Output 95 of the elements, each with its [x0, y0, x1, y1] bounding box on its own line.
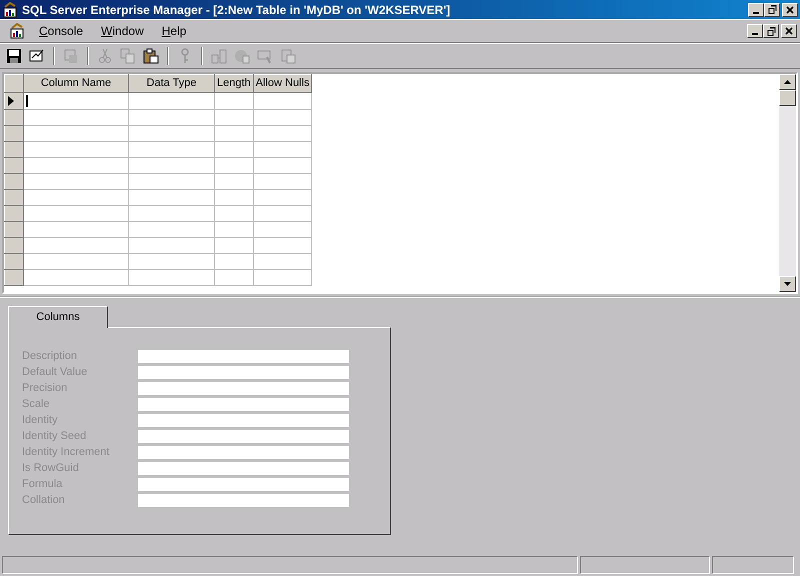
- window-icon: [257, 48, 273, 64]
- table-cell[interactable]: [253, 174, 312, 190]
- property-label: Identity: [22, 412, 58, 428]
- scissors-icon: [97, 48, 113, 64]
- scrollbar[interactable]: [779, 74, 796, 292]
- property-label: Scale: [22, 396, 51, 412]
- table-cell[interactable]: [214, 222, 254, 238]
- table-cell[interactable]: [253, 142, 312, 158]
- table-cell[interactable]: [128, 206, 214, 222]
- scroll-up-button[interactable]: [779, 74, 796, 90]
- close-icon: [785, 27, 793, 35]
- table-cell[interactable]: [24, 254, 128, 270]
- globe-icon: [234, 48, 250, 64]
- table-cell[interactable]: [253, 270, 312, 286]
- minimize-icon: [752, 33, 758, 35]
- down-arrow-icon: [784, 282, 791, 286]
- up-arrow-icon: [784, 80, 791, 84]
- property-label: Default Value: [22, 364, 88, 380]
- restore-button[interactable]: [763, 24, 779, 38]
- table-cell[interactable]: [24, 142, 128, 158]
- column-header[interactable]: Length: [214, 74, 254, 92]
- property-label: Collation: [22, 492, 66, 508]
- table-cell[interactable]: [214, 206, 254, 222]
- property-label: Identity Seed: [22, 428, 88, 444]
- table-cell[interactable]: [24, 238, 128, 254]
- clipboard-icon: [143, 48, 159, 64]
- table-cell[interactable]: [128, 92, 214, 110]
- window-title: SQL Server Enterprise Manager - [2:New Table in 'MyDB' on 'W2KSERVER']: [22, 2, 450, 18]
- table-cell[interactable]: [128, 110, 214, 126]
- table-cell[interactable]: [214, 238, 254, 254]
- scroll-thumb[interactable]: [779, 90, 796, 106]
- table-cell[interactable]: [214, 270, 254, 286]
- table-cell[interactable]: [128, 142, 214, 158]
- scroll-down-button[interactable]: [779, 276, 796, 292]
- row-selector[interactable]: [4, 92, 24, 110]
- table-cell[interactable]: [253, 238, 312, 254]
- table-cell[interactable]: [24, 206, 128, 222]
- minimize-button[interactable]: [748, 2, 764, 16]
- table-cell[interactable]: [253, 110, 312, 126]
- restore-icon: [766, 26, 776, 36]
- minimize-icon: [753, 12, 759, 14]
- table-cell[interactable]: [253, 92, 312, 110]
- restore-button[interactable]: [764, 2, 780, 16]
- close-button[interactable]: [781, 24, 797, 38]
- menu-item[interactable]: Console: [31, 21, 92, 41]
- column-header[interactable]: Data Type: [128, 74, 214, 92]
- table-cell[interactable]: [214, 142, 254, 158]
- save-icon: [6, 48, 22, 64]
- row-header: [4, 74, 24, 92]
- table-cell[interactable]: [253, 158, 312, 174]
- table-cell[interactable]: [214, 126, 254, 142]
- table-cell[interactable]: [24, 222, 128, 238]
- property-label: Formula: [22, 476, 64, 492]
- close-icon: [786, 6, 794, 14]
- table-cell[interactable]: [24, 190, 128, 206]
- table-cell[interactable]: [24, 126, 128, 142]
- table-cell[interactable]: [128, 270, 214, 286]
- property-label: Is RowGuid: [22, 460, 80, 476]
- table-cell[interactable]: [24, 92, 128, 110]
- table-cell[interactable]: [128, 254, 214, 270]
- table-cell[interactable]: [24, 110, 128, 126]
- tab[interactable]: Columns: [8, 306, 108, 328]
- column-header[interactable]: Allow Nulls: [253, 74, 312, 92]
- table-cell[interactable]: [253, 222, 312, 238]
- table-cell[interactable]: [128, 174, 214, 190]
- table-cell[interactable]: [24, 158, 128, 174]
- minimize-button[interactable]: [747, 24, 763, 38]
- restore-icon: [768, 5, 776, 14]
- table-cell[interactable]: [24, 174, 128, 190]
- close-button[interactable]: [782, 2, 798, 16]
- table-cell[interactable]: [128, 190, 214, 206]
- table-cell[interactable]: [128, 158, 214, 174]
- table-cell[interactable]: [214, 254, 254, 270]
- table-cell[interactable]: [214, 110, 254, 126]
- table-cell[interactable]: [24, 270, 128, 286]
- menu-item[interactable]: Help: [154, 21, 194, 41]
- column-header[interactable]: Column Name: [24, 74, 128, 92]
- property-label: Precision: [22, 380, 68, 396]
- table-cell[interactable]: [214, 92, 254, 110]
- table-cell[interactable]: [128, 126, 214, 142]
- table-cell[interactable]: [253, 190, 312, 206]
- table-cell[interactable]: [253, 126, 312, 142]
- table-cell[interactable]: [128, 222, 214, 238]
- copy-icon: [120, 48, 136, 64]
- table-cell[interactable]: [253, 206, 312, 222]
- table-cell[interactable]: [214, 190, 254, 206]
- property-label: Identity Increment: [22, 444, 110, 460]
- table-cell[interactable]: [214, 174, 254, 190]
- text-cursor: [26, 94, 28, 107]
- table-cell[interactable]: [128, 238, 214, 254]
- current-row-icon: [7, 96, 15, 106]
- property-label: Description: [22, 348, 78, 364]
- table-cell[interactable]: [214, 158, 254, 174]
- table-cell[interactable]: [253, 254, 312, 270]
- menu-item[interactable]: Window: [93, 21, 152, 41]
